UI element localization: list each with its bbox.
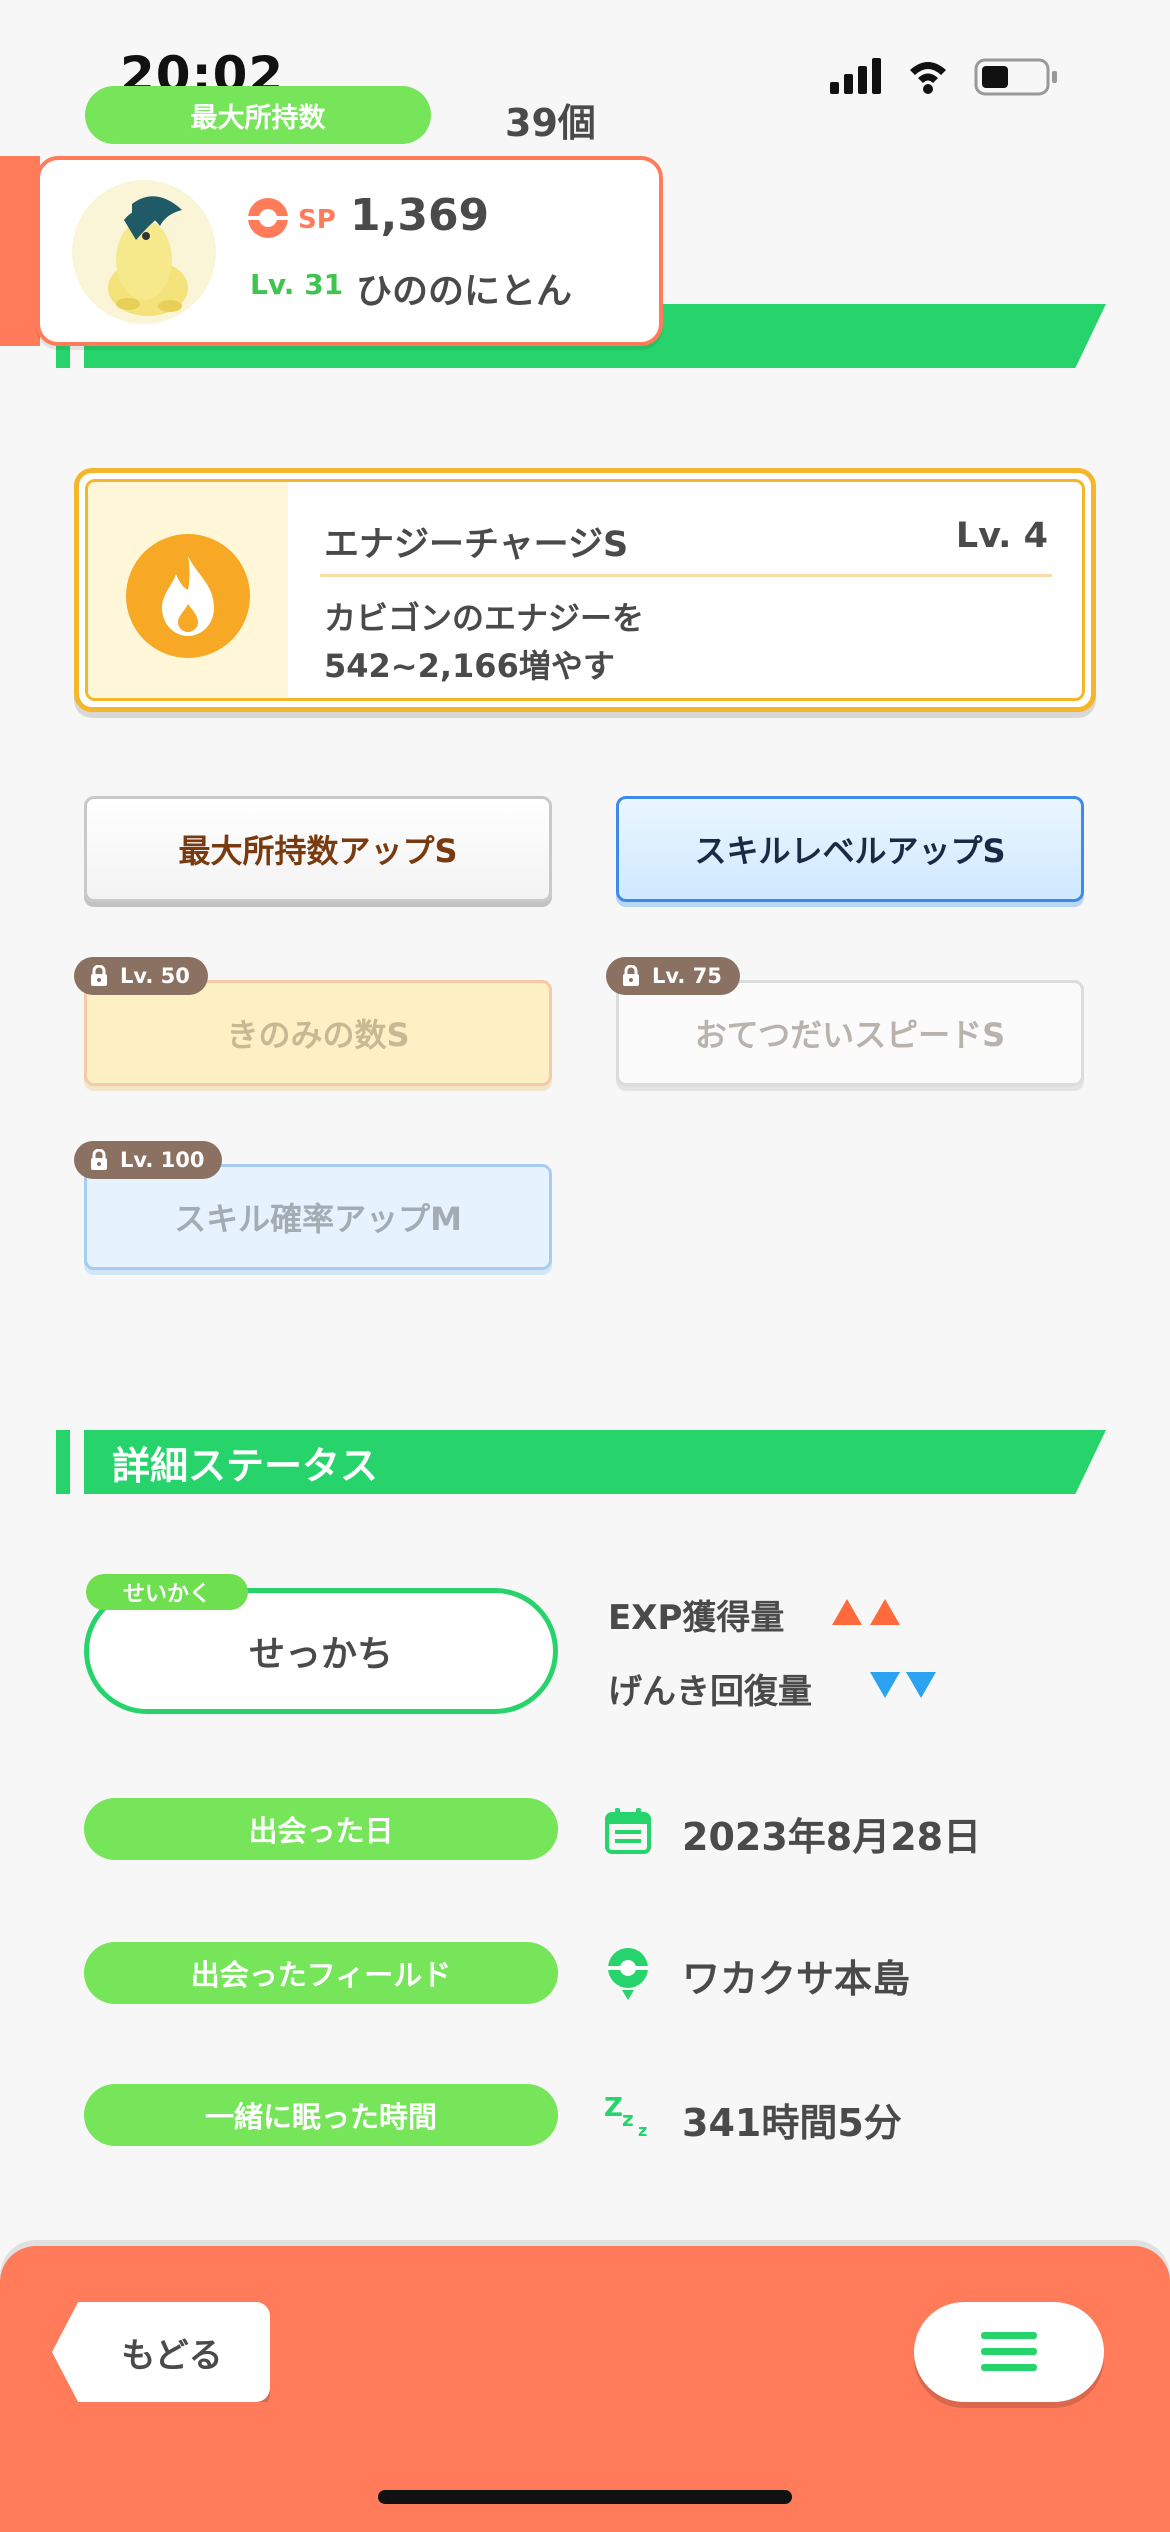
section-marker — [56, 1430, 70, 1494]
location-pin-icon — [604, 1946, 652, 2006]
home-indicator[interactable] — [378, 2490, 792, 2504]
back-button[interactable]: もどる — [52, 2302, 270, 2402]
met-field-label: 出会ったフィールド — [84, 1942, 558, 2004]
met-date-label: 出会った日 — [84, 1798, 558, 1860]
sub-skill-1[interactable]: 最大所持数アップS — [84, 796, 552, 902]
max-carry-value: 39個 — [505, 101, 596, 145]
sub-skill-4[interactable]: おてつだいスピードS — [616, 980, 1084, 1086]
lock-icon — [91, 1149, 107, 1170]
unlock-level-5: Lv. 100 — [120, 1148, 205, 1172]
menu-button[interactable] — [914, 2302, 1104, 2402]
nature-down-stat: げんき回復量 — [608, 1672, 812, 1712]
lock-icon — [623, 965, 639, 986]
unlock-badge-4: Lv. 75 — [606, 957, 740, 995]
sp-label: SP — [298, 205, 336, 235]
sub-skill-5[interactable]: スキル確率アップM — [84, 1164, 552, 1270]
slept-value: 341時間5分 — [682, 2101, 902, 2145]
sp-value: 1,369 — [350, 190, 490, 241]
section-header-detail: 詳細ステータス — [84, 1430, 1106, 1494]
stat-down-icon — [868, 1670, 944, 1704]
mon-card-tab — [0, 156, 40, 346]
nature-tag: せいかく — [86, 1574, 248, 1610]
svg-text:Z: Z — [604, 2093, 623, 2123]
signal-icon — [830, 58, 881, 94]
skill-icon-area — [88, 482, 288, 698]
wifi-icon — [910, 62, 946, 94]
mon-level: Lv. 31 — [250, 268, 344, 301]
sleep-zzz-icon: Zzz — [604, 2092, 656, 2142]
met-field-value: ワカクサ本島 — [682, 1957, 911, 2001]
unlock-badge-3: Lv. 50 — [74, 957, 208, 995]
nature-up-stat: EXP獲得量 — [608, 1598, 785, 1638]
sub-skill-3[interactable]: きのみの数S — [84, 980, 552, 1086]
mon-name: ひののにとん — [356, 271, 573, 312]
met-date-value: 2023年8月28日 — [682, 1815, 982, 1859]
unlock-level-3: Lv. 50 — [120, 964, 190, 988]
stat-up-icon — [830, 1597, 906, 1631]
svg-text:z: z — [638, 2121, 647, 2138]
unlock-level-4: Lv. 75 — [652, 964, 722, 988]
mon-portrait — [72, 180, 216, 324]
hamburger-icon — [981, 2332, 1037, 2371]
unlock-badge-5: Lv. 100 — [74, 1141, 223, 1179]
skill-divider — [320, 574, 1052, 577]
calendar-icon — [604, 1808, 652, 1858]
sp-icon — [248, 198, 288, 238]
sub-skill-2[interactable]: スキルレベルアップS — [616, 796, 1084, 902]
flame-icon — [126, 534, 250, 658]
battery-icon — [974, 58, 1057, 96]
main-skill-name: エナジーチャージS — [324, 525, 629, 565]
svg-text:z: z — [622, 2107, 634, 2131]
status-icons — [830, 56, 1090, 96]
main-skill-level: Lv. 4 — [955, 516, 1048, 556]
lock-icon — [91, 965, 107, 986]
main-skill-card[interactable]: エナジーチャージS Lv. 4 カビゴンのエナジーを 542~2,166増やす — [74, 468, 1096, 712]
max-carry-label: 最大所持数 — [85, 86, 431, 144]
main-skill-description: カビゴンのエナジーを 542~2,166増やす — [324, 599, 645, 685]
slept-label: 一緒に眠った時間 — [84, 2084, 558, 2146]
